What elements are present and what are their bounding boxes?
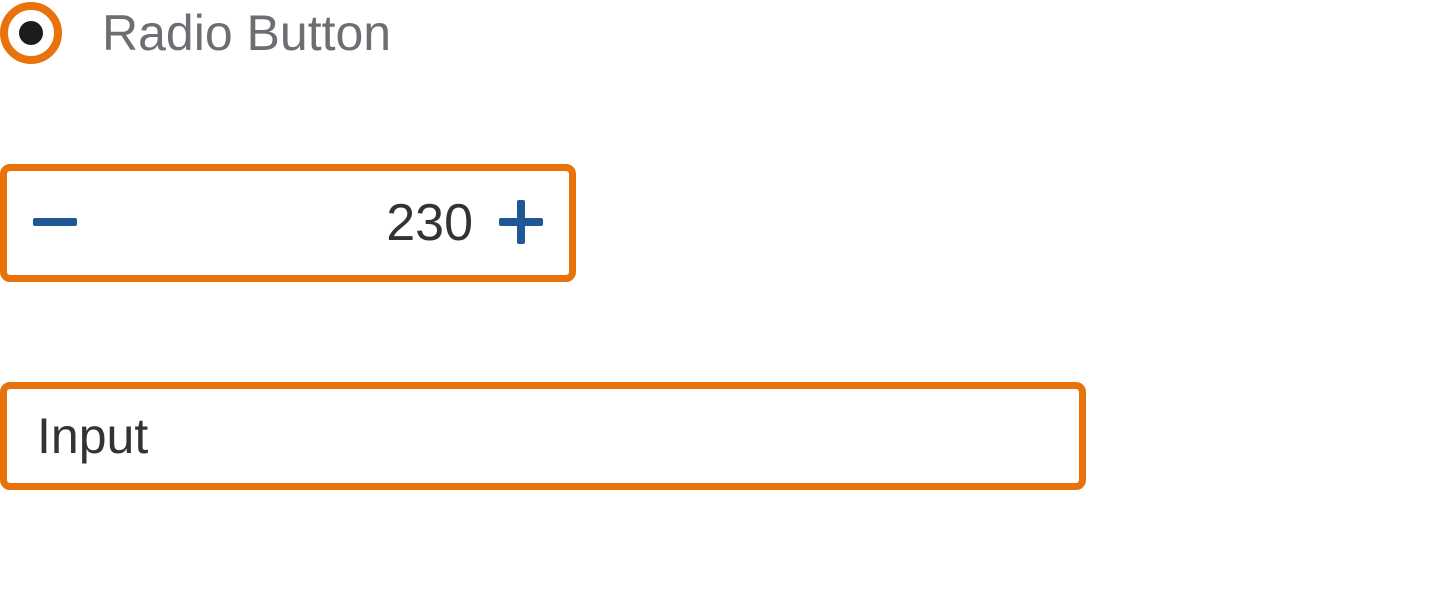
stepper-value: 230	[83, 193, 493, 253]
plus-icon	[493, 193, 549, 254]
quantity-stepper: 230	[0, 164, 576, 282]
minus-icon	[27, 193, 83, 254]
radio-button[interactable]	[0, 2, 62, 64]
text-input[interactable]	[0, 382, 1086, 490]
radio-button-label: Radio Button	[102, 4, 391, 62]
stepper-increment-button[interactable]	[493, 193, 549, 254]
stepper-decrement-button[interactable]	[27, 193, 83, 254]
radio-button-row: Radio Button	[0, 2, 1446, 64]
radio-selected-dot	[19, 21, 43, 45]
